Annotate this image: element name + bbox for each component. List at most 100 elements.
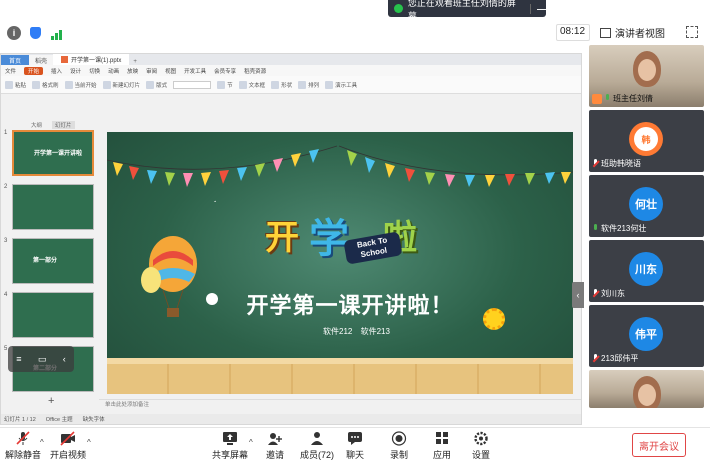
- participant-tile[interactable]: 川东刘川东: [589, 240, 704, 302]
- fullscreen-icon[interactable]: [686, 26, 698, 38]
- avatar-text: 何壮: [635, 199, 657, 211]
- presenter-view-label: 演讲者视图: [615, 29, 665, 40]
- participant-tile[interactable]: 韩班助韩晓语: [589, 110, 704, 172]
- invite-button[interactable]: 邀请: [266, 431, 284, 461]
- mic-on-icon: [592, 224, 599, 233]
- slide-thumbnail[interactable]: [12, 292, 94, 338]
- menu-item[interactable]: 稻壳资源: [244, 67, 266, 75]
- presenter-view-button[interactable]: 演讲者视图: [600, 24, 665, 41]
- avatar-text: 伟平: [635, 329, 657, 341]
- ribbon-button-label: 版式: [156, 82, 168, 89]
- menu-item[interactable]: 视图: [165, 67, 176, 75]
- current-slide[interactable]: 开 学 啦 Back To School 开学第一课开讲啦！ 软件212 软件2…: [107, 132, 573, 394]
- network-signal-icon[interactable]: [49, 26, 63, 40]
- menu-item[interactable]: 插入: [51, 67, 62, 75]
- meeting-top-bar: i 08:12 演讲者视图: [0, 22, 710, 44]
- ribbon-button[interactable]: 粘贴: [5, 80, 26, 89]
- slide-title: 开学第一课开讲啦！: [246, 293, 454, 318]
- record-button[interactable]: 录制: [390, 431, 408, 461]
- ribbon-tool-icon: [217, 80, 226, 89]
- screen-share-banner: 您正在观看班主任刘倩的屏幕 —: [388, 0, 546, 21]
- ribbon-button[interactable]: 演示工具: [325, 80, 357, 89]
- new-tab-button[interactable]: +: [129, 59, 141, 65]
- participant-tile[interactable]: 何壮软件213何壮: [589, 175, 704, 237]
- unmute-button[interactable]: 解除静音: [5, 431, 41, 461]
- ribbon-button[interactable]: 排列: [298, 80, 319, 89]
- tab-file-label: 开学第一课(1).pptx: [71, 58, 122, 64]
- tab-home[interactable]: 首页: [1, 55, 30, 65]
- start-video-label: 开启视频: [50, 450, 87, 460]
- mini-window-icon[interactable]: ▭: [38, 354, 47, 365]
- participant-name: 软件213何壮: [601, 224, 647, 233]
- menu-item[interactable]: 开发工具: [184, 67, 206, 75]
- theme-name: Office 主题: [45, 417, 73, 423]
- ribbon-button[interactable]: 文本框: [238, 80, 266, 89]
- chat-button[interactable]: 聊天: [346, 431, 364, 461]
- share-banner-text: 您正在观看班主任刘倩的屏幕: [407, 0, 516, 21]
- participant-tile[interactable]: 班主任刘倩: [589, 45, 704, 107]
- ribbon-button[interactable]: 形状: [271, 80, 292, 89]
- mic-muted-icon: [592, 159, 599, 168]
- minimize-banner-button[interactable]: —: [537, 4, 546, 14]
- participant-name-row: 刘川东: [592, 288, 625, 299]
- video-options-chevron-icon[interactable]: ^: [87, 438, 91, 447]
- wooden-floor-decoration: [107, 358, 573, 394]
- avatar-text: 川东: [635, 264, 657, 276]
- participant-name-row: 班助韩晓语: [592, 158, 641, 169]
- settings-button[interactable]: 设置: [472, 431, 490, 461]
- logo-char-kai: 开: [265, 218, 299, 258]
- share-options-chevron-icon[interactable]: ^: [249, 438, 253, 447]
- camera-off-icon: [60, 431, 75, 446]
- meeting-window: 您正在观看班主任刘倩的屏幕 — i 08:12 演讲者视图 首页 稻壳 开学第一…: [0, 0, 710, 461]
- missing-font-status[interactable]: 缺失字体: [83, 415, 105, 423]
- notes-placeholder[interactable]: 单击此处添加备注: [99, 399, 581, 408]
- ribbon-tool-icon: [298, 80, 307, 89]
- tab-docer[interactable]: 稻壳: [29, 55, 54, 65]
- audio-options-chevron-icon[interactable]: ^: [40, 438, 44, 447]
- ribbon-button[interactable]: 新建幻灯片: [102, 80, 140, 89]
- start-video-button[interactable]: 开启视频: [50, 431, 86, 461]
- floating-share-controls: ≡ ▭ ‹: [8, 346, 74, 372]
- tab-file[interactable]: 开学第一课(1).pptx: [53, 54, 130, 65]
- ribbon-button[interactable]: 当前开始: [64, 80, 97, 89]
- apps-grid-icon: [436, 432, 448, 444]
- menu-item[interactable]: 设计: [70, 67, 81, 75]
- menu-item[interactable]: 放映: [127, 67, 138, 75]
- menu-item[interactable]: 开始: [24, 66, 44, 75]
- leave-meeting-button[interactable]: 离开会议: [632, 433, 686, 457]
- menu-item[interactable]: 会员专享: [214, 67, 236, 75]
- menu-item[interactable]: 切换: [89, 67, 100, 75]
- ribbon-tool-icon: [64, 80, 73, 89]
- logo-char-xue: 学: [309, 216, 349, 262]
- menu-item[interactable]: 动画: [108, 67, 119, 75]
- wps-ribbon: 粘贴 格式刷 当前开始 新建幻灯片 版式 节 文本框 形状 排列 演示工具: [1, 76, 581, 94]
- collapse-panel-icon[interactable]: ‹: [572, 282, 584, 308]
- menu-item[interactable]: 审阅: [146, 67, 157, 75]
- bunting-decoration: [107, 145, 573, 202]
- share-screen-icon: [223, 432, 237, 445]
- record-label: 录制: [390, 450, 409, 460]
- ribbon-tool-icon: [146, 80, 155, 89]
- thumbnail-number: 4: [4, 292, 8, 298]
- font-select[interactable]: [173, 80, 212, 89]
- participant-tile[interactable]: [589, 370, 704, 408]
- ribbon-button-label: 文本框: [248, 82, 266, 89]
- mini-collapse-icon[interactable]: ‹: [63, 354, 66, 364]
- security-shield-icon[interactable]: [28, 26, 42, 40]
- apps-button[interactable]: 应用: [433, 431, 451, 461]
- share-screen-button[interactable]: 共享屏幕: [212, 431, 248, 461]
- ribbon-button[interactable]: 格式刷: [32, 80, 59, 89]
- ribbon-button[interactable]: 版式: [146, 80, 168, 89]
- slide-thumbnail[interactable]: [12, 184, 94, 230]
- participant-name: 213邱伟平: [601, 354, 639, 363]
- info-icon[interactable]: i: [7, 26, 21, 40]
- ribbon-button[interactable]: 节: [217, 80, 233, 89]
- menu-item[interactable]: 文件: [5, 67, 16, 75]
- slide-thumbnail[interactable]: 开学第一课开讲啦: [12, 130, 94, 176]
- participant-tile[interactable]: 伟平 213邱伟平: [589, 305, 704, 367]
- add-slide-button[interactable]: +: [48, 395, 54, 407]
- ribbon-tool-icon: [102, 80, 111, 89]
- slide-thumbnail[interactable]: 第一部分: [12, 238, 94, 284]
- mini-menu-icon[interactable]: ≡: [16, 354, 21, 364]
- members-button[interactable]: 成员(72): [300, 431, 334, 461]
